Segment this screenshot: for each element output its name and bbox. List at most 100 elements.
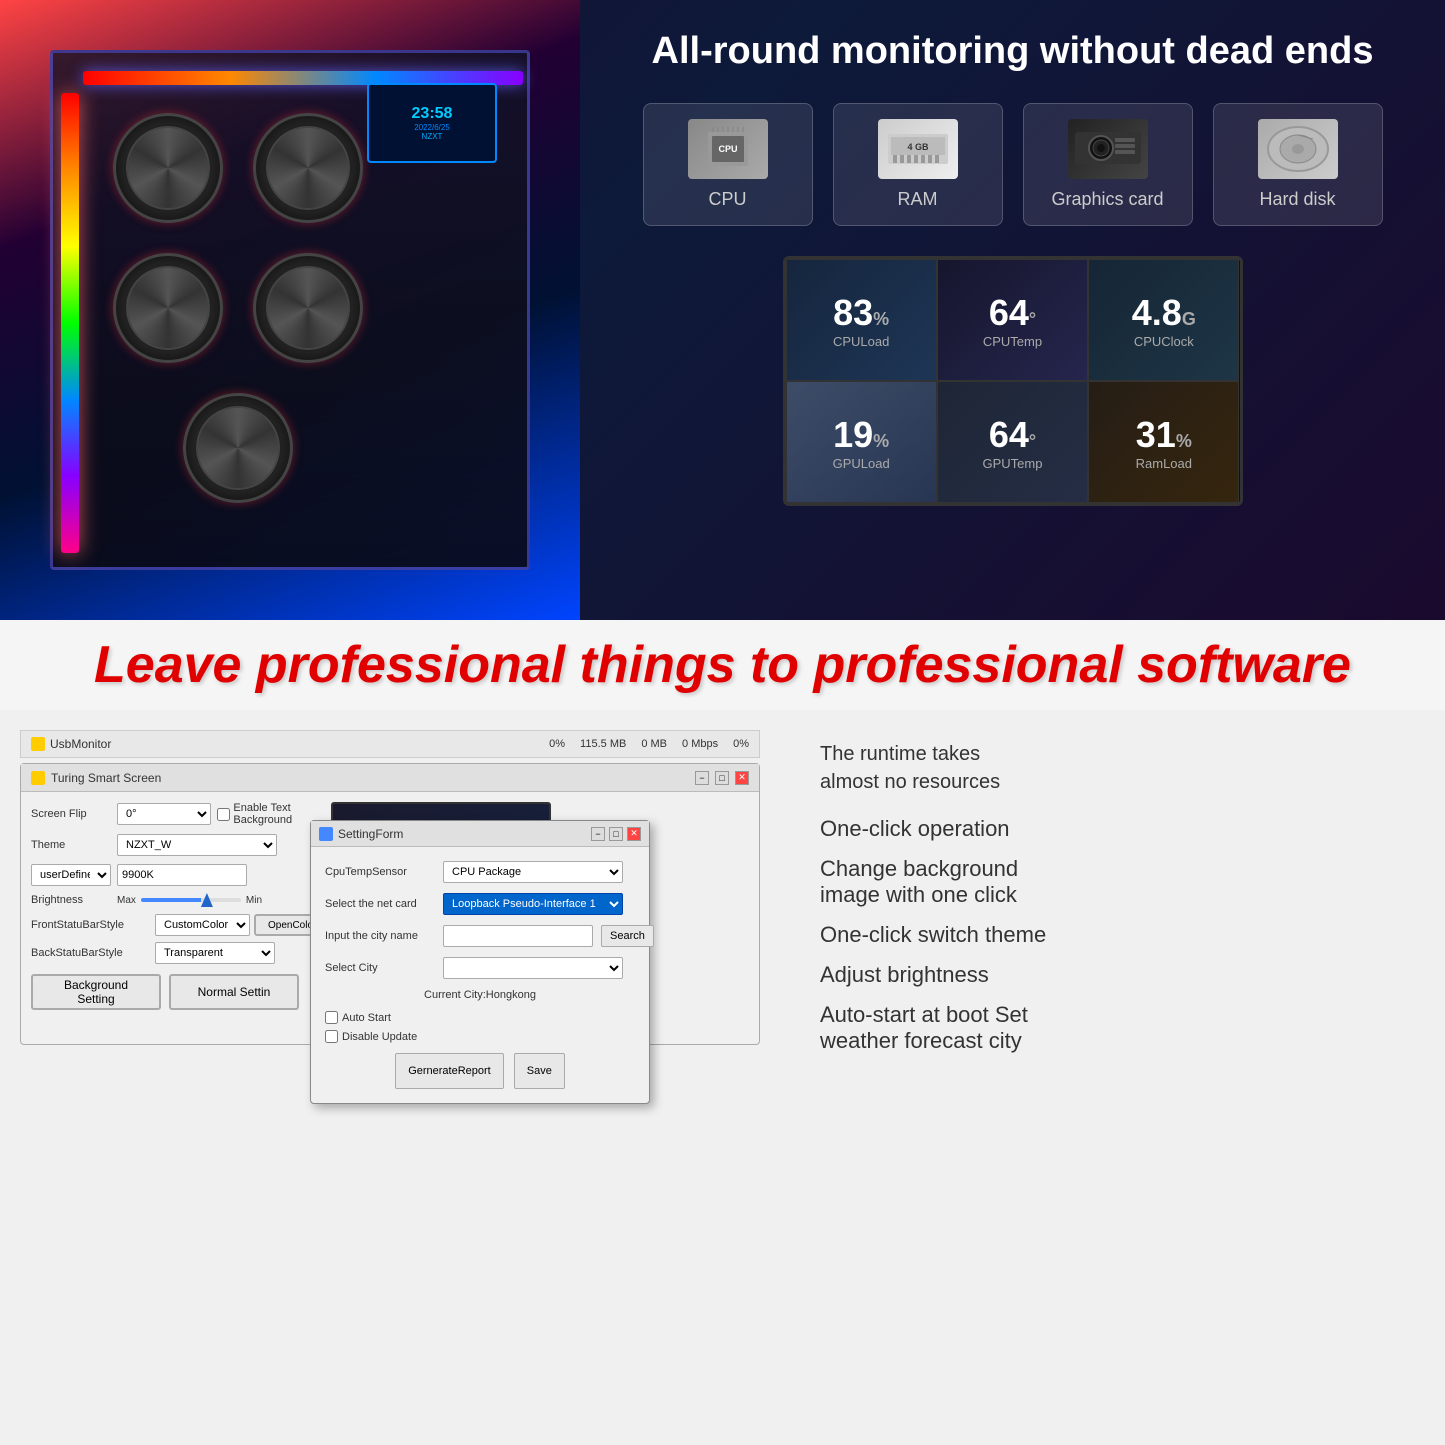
select-city-row: Select City: [325, 957, 635, 979]
screen-flip-row: Screen Flip 0° Enable Text Background: [31, 802, 321, 826]
background-setting-button[interactable]: Background Setting: [31, 974, 161, 1010]
taskbar-upload: 0 MB: [641, 738, 667, 750]
taskbar-speed: 0 Mbps: [682, 738, 718, 750]
net-card-label: Select the net card: [325, 898, 435, 910]
disable-update-row: Disable Update: [325, 1030, 635, 1043]
stats-display: 83% CPULoad 64° CPUTemp 4.8G CPUClock 19…: [783, 256, 1243, 506]
normal-setting-button[interactable]: Normal Settin: [169, 974, 299, 1010]
brightness-slider-container: Max Min: [117, 895, 262, 906]
mini-screen-time: 23:58: [412, 105, 453, 123]
auto-start-checkbox[interactable]: [325, 1011, 338, 1024]
select-city-label: Select City: [325, 962, 435, 974]
save-button[interactable]: Save: [514, 1053, 565, 1089]
gpu-load-cell: 19% GPULoad: [786, 381, 937, 503]
dialog-maximize-button[interactable]: □: [609, 827, 623, 841]
hdd-icon: [1258, 119, 1338, 179]
top-right-info: All-round monitoring without dead ends C…: [580, 0, 1445, 620]
cpu-load-value: 83%: [833, 292, 889, 334]
back-style-row: BackStatuBarStyle Transparent: [31, 942, 321, 964]
middle-banner: Leave professional things to professiona…: [0, 620, 1445, 710]
bottom-section: UsbMonitor 0% 115.5 MB 0 MB 0 Mbps 0% Tu…: [0, 710, 1445, 1445]
net-card-select[interactable]: Loopback Pseudo-Interface 1: [443, 893, 623, 915]
banner-text: Leave professional things to professiona…: [94, 635, 1351, 695]
search-button[interactable]: Search: [601, 925, 654, 947]
back-style-select[interactable]: Transparent: [155, 942, 275, 964]
gpu-box: Graphics card: [1023, 103, 1193, 226]
cpu-clock-cell: 4.8G CPUClock: [1088, 259, 1239, 381]
maximize-button[interactable]: □: [715, 771, 729, 785]
cpu-temp-value: 64°: [989, 292, 1036, 334]
gpu-temp-cell: 64° GPUTemp: [937, 381, 1088, 503]
hdd-label: Hard disk: [1259, 189, 1335, 210]
cpu-temp-sensor-select[interactable]: CPU Package: [443, 861, 623, 883]
taskbar-app-name: UsbMonitor: [50, 737, 111, 751]
tagline: All-round monitoring without dead ends: [620, 30, 1405, 73]
gpu-label: Graphics card: [1051, 189, 1163, 210]
city-input[interactable]: [443, 925, 593, 947]
features-list: One-click operation Change backgroundima…: [820, 816, 1405, 1054]
back-style-label: BackStatuBarStyle: [31, 947, 151, 959]
ram-icon: 4 GB: [878, 119, 958, 179]
select-city-dropdown[interactable]: [443, 957, 623, 979]
ram-load-cell: 31% RamLoad: [1088, 381, 1239, 503]
theme-select[interactable]: NZXT_W: [117, 834, 277, 856]
cpu-clock-value: 4.8G: [1132, 292, 1196, 334]
dialog-titlebar: SettingForm − □ ✕: [311, 821, 649, 847]
gpu-icon: [1068, 119, 1148, 179]
feature-3: One-click switch theme: [820, 922, 1405, 948]
taskbar-memory: 115.5 MB: [580, 738, 626, 750]
right-info-panel: The runtime takes almost no resources On…: [780, 710, 1445, 1445]
main-window-icon: [31, 771, 45, 785]
setting-dialog: SettingForm − □ ✕ CpuTempSensor CPU Pack…: [310, 820, 650, 1104]
userdefine-input[interactable]: [117, 864, 247, 886]
dialog-close-button[interactable]: ✕: [627, 827, 641, 841]
front-style-select[interactable]: CustomColor: [155, 914, 250, 936]
front-style-row: FrontStatuBarStyle CustomColor OpenColor…: [31, 914, 321, 936]
mini-screen-date: 2022/6/25: [414, 123, 450, 132]
gpu-temp-value: 64°: [989, 414, 1036, 456]
gpu-temp-name: GPUTemp: [983, 456, 1043, 471]
taskbar: UsbMonitor 0% 115.5 MB 0 MB 0 Mbps 0%: [20, 730, 760, 758]
cpu-icon: CPU: [688, 119, 768, 179]
cpu-clock-name: CPUClock: [1134, 334, 1194, 349]
action-buttons-row: Background Setting Normal Settin: [31, 974, 321, 1010]
brightness-row: Brightness Max Min: [31, 894, 321, 906]
dialog-minimize-button[interactable]: −: [591, 827, 605, 841]
front-style-label: FrontStatuBarStyle: [31, 919, 151, 931]
hdd-box: Hard disk: [1213, 103, 1383, 226]
enable-text-bg-checkbox[interactable]: [217, 808, 230, 821]
disable-update-checkbox[interactable]: [325, 1030, 338, 1043]
minimize-button[interactable]: −: [695, 771, 709, 785]
net-card-row: Select the net card Loopback Pseudo-Inte…: [325, 893, 635, 915]
city-input-row: Input the city name Search: [325, 925, 635, 947]
generate-report-button[interactable]: GernerateReport: [395, 1053, 504, 1089]
city-input-label: Input the city name: [325, 930, 435, 942]
theme-label: Theme: [31, 839, 111, 851]
taskbar-stats: 0% 115.5 MB 0 MB 0 Mbps 0%: [549, 738, 749, 750]
feature-5: Auto-start at boot Setweather forecast c…: [820, 1002, 1405, 1054]
userdefine-select[interactable]: userDefine1: [31, 864, 111, 886]
enable-text-bg-label: Enable Text Background: [217, 802, 321, 826]
cpu-temp-name: CPUTemp: [983, 334, 1042, 349]
screen-flip-select[interactable]: 0°: [117, 803, 211, 825]
hardware-icons: CPU CPU: [620, 103, 1405, 226]
auto-start-label: Auto Start: [325, 1011, 635, 1024]
svg-text:CPU: CPU: [718, 144, 737, 154]
brightness-slider[interactable]: [141, 898, 241, 902]
close-button[interactable]: ✕: [735, 771, 749, 785]
pc-image: 23:58 2022/6/25 NZXT: [0, 0, 580, 620]
userdefine-row: userDefine1: [31, 864, 321, 886]
main-window-titlebar: Turing Smart Screen − □ ✕: [21, 764, 759, 792]
cpu-temp-sensor-label: CpuTempSensor: [325, 866, 435, 878]
feature-4: Adjust brightness: [820, 962, 1405, 988]
enable-text-bg-text: Enable Text Background: [233, 802, 321, 826]
top-section: 23:58 2022/6/25 NZXT All-round monitorin…: [0, 0, 1445, 620]
main-window-title: Turing Smart Screen: [51, 771, 161, 785]
dialog-icon: [319, 827, 333, 841]
taskbar-cpu: 0%: [549, 738, 565, 750]
brightness-max-label: Max: [117, 895, 136, 906]
dialog-btn-row: GernerateReport Save: [325, 1053, 635, 1089]
cpu-temp-cell: 64° CPUTemp: [937, 259, 1088, 381]
taskbar-app-icon: [31, 737, 45, 751]
left-panel: Screen Flip 0° Enable Text Background Th…: [31, 802, 321, 1034]
